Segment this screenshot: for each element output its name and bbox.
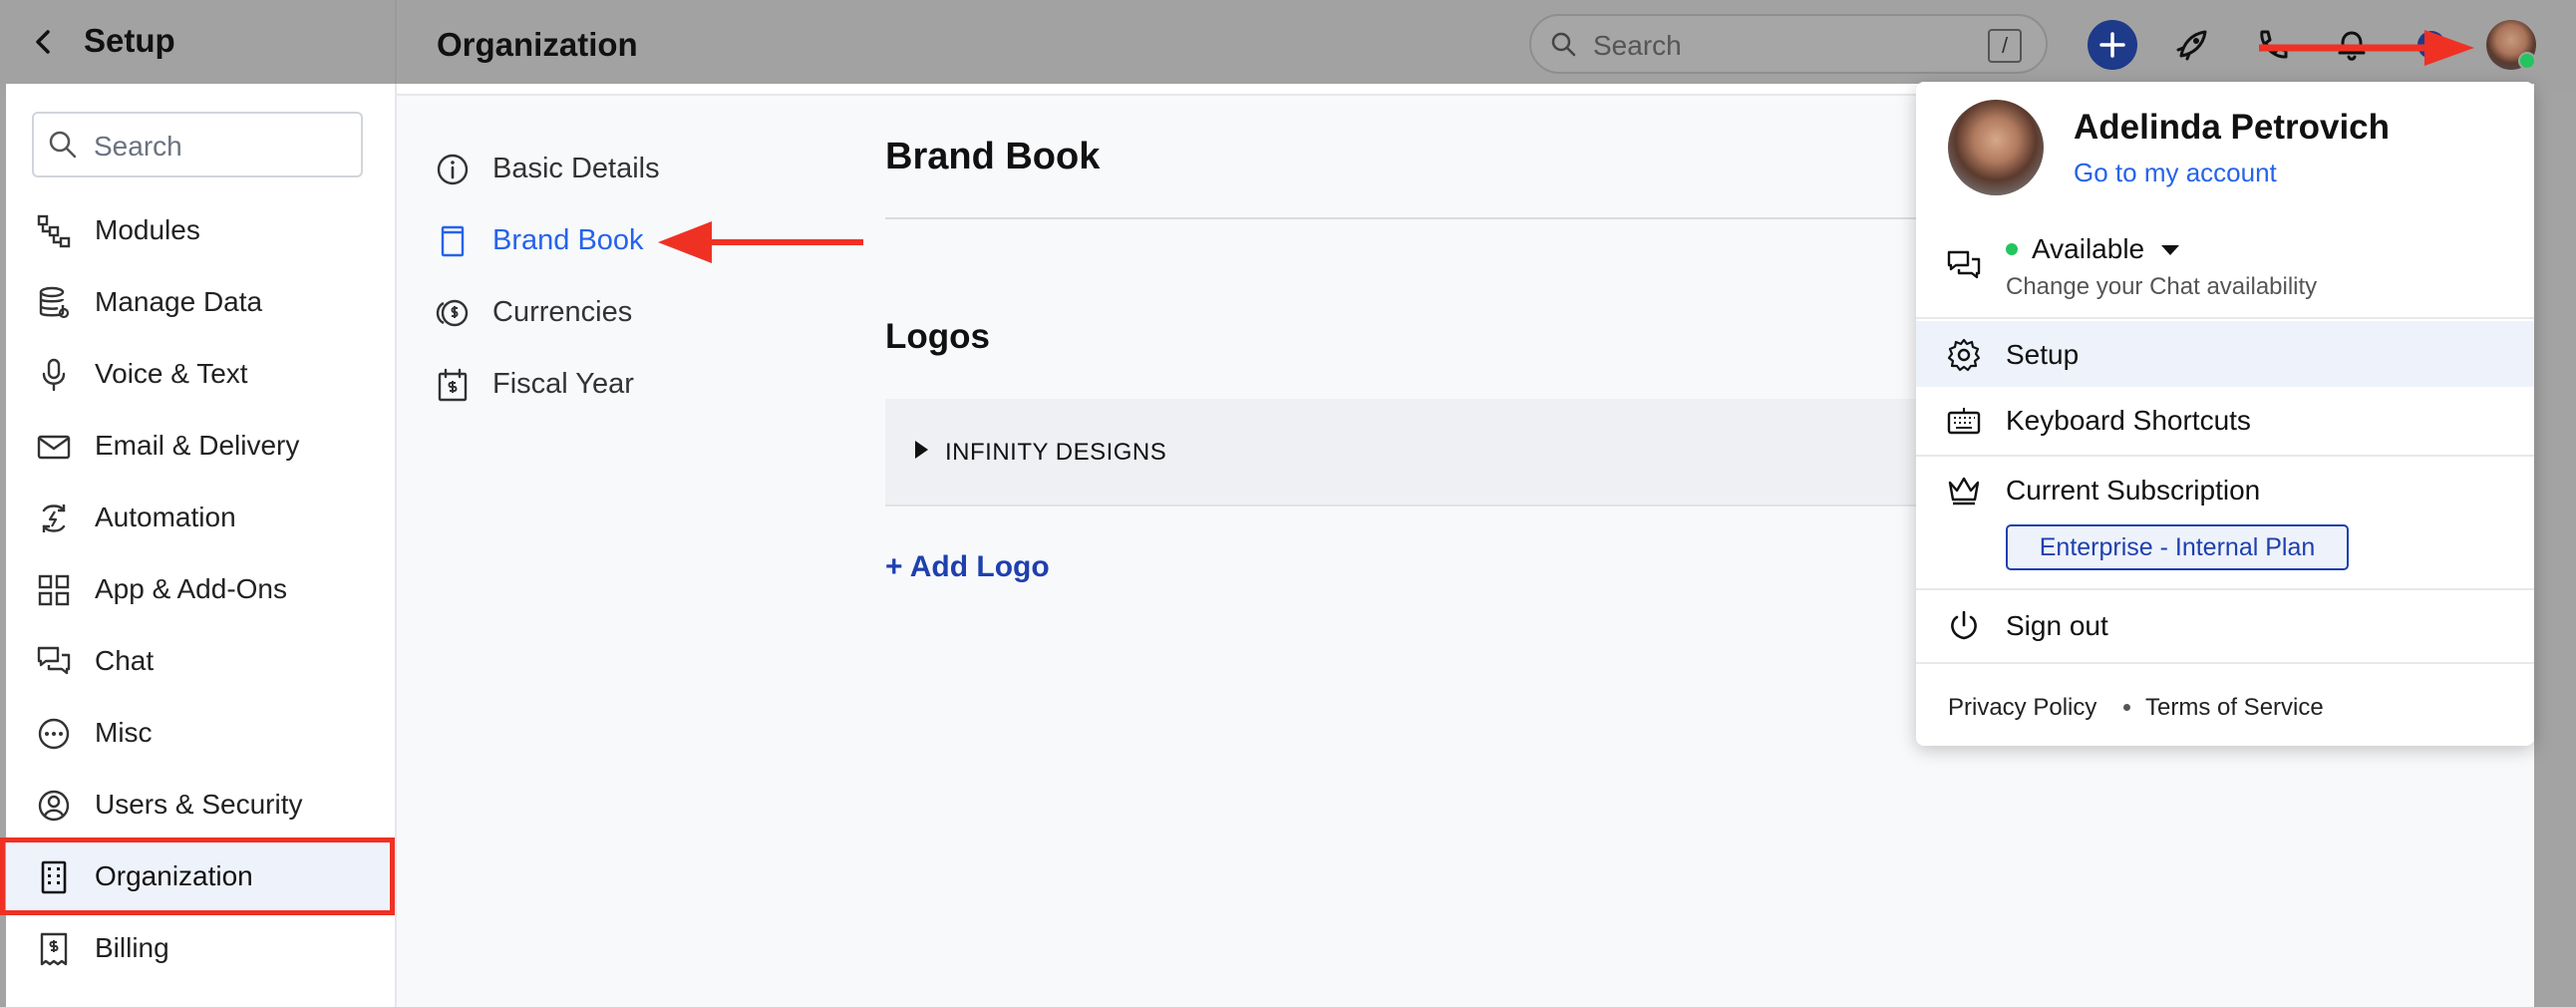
sidebar-item-label: Misc	[95, 717, 153, 748]
available-status-dot	[2006, 243, 2018, 255]
logo-collapsible-row[interactable]: INFINITY DESIGNS	[885, 399, 1982, 506]
search-placeholder: Search	[1593, 30, 1682, 61]
online-status-dot	[2518, 52, 2536, 70]
sidebar-item-automation[interactable]: Automation	[6, 483, 395, 552]
subnav-label: Currencies	[492, 296, 633, 328]
menu-item-current-subscription: Current Subscription	[2006, 475, 2261, 505]
sidebar-item-chat[interactable]: Chat	[6, 626, 395, 696]
caret-down-icon[interactable]	[2161, 245, 2179, 255]
automation-icon	[36, 501, 72, 536]
calendar-icon	[435, 367, 471, 403]
menu-divider	[1916, 662, 2534, 664]
terms-of-service-link[interactable]: Terms of Service	[2145, 694, 2324, 722]
separator-dot	[2123, 704, 2130, 711]
user-avatar-button[interactable]	[2486, 20, 2536, 70]
microphone-icon	[36, 357, 72, 393]
page-title: Organization	[437, 26, 638, 63]
sidebar-item-billing[interactable]: Billing	[6, 913, 395, 983]
subnav-fiscal-year[interactable]: Fiscal Year	[431, 355, 690, 415]
sidebar-search-input[interactable]: Search	[32, 112, 363, 177]
annotation-arrow-right	[2259, 30, 2474, 66]
logos-heading: Logos	[885, 317, 990, 356]
sidebar-item-label: Voice & Text	[95, 358, 248, 389]
user-name: Adelinda Petrovich	[2074, 108, 2391, 147]
menu-divider	[1916, 588, 2534, 590]
back-chevron-icon[interactable]	[24, 22, 64, 62]
chat-availability-icon	[1946, 247, 1982, 283]
database-icon	[36, 285, 72, 321]
menu-item-sign-out[interactable]: Sign out	[2006, 610, 2108, 642]
menu-item-keyboard-shortcuts[interactable]: Keyboard Shortcuts	[2006, 405, 2251, 437]
search-icon	[1549, 30, 1577, 58]
sidebar-item-label: Modules	[95, 214, 200, 245]
sidebar-item-voice-text[interactable]: Voice & Text	[6, 339, 395, 409]
rocket-icon[interactable]	[2167, 20, 2217, 70]
search-placeholder: Search	[94, 131, 182, 162]
sidebar-item-label: Chat	[95, 645, 155, 676]
add-logo-link[interactable]: + Add Logo	[885, 550, 1050, 584]
keyboard-icon	[1946, 403, 1982, 439]
go-to-account-link[interactable]: Go to my account	[2074, 158, 2277, 188]
global-search-input[interactable]: Search /	[1529, 14, 2048, 74]
search-icon	[48, 130, 78, 160]
gear-icon	[1946, 337, 1982, 373]
sidebar-item-label: App & Add-Ons	[95, 573, 288, 604]
grid-icon	[36, 572, 72, 608]
menu-avatar	[1948, 100, 2044, 195]
sidebar-item-misc[interactable]: Misc	[6, 698, 395, 768]
sidebar-item-app-addons[interactable]: App & Add-Ons	[6, 554, 395, 624]
sidebar-title: Setup	[84, 22, 175, 59]
sidebar-item-label: Manage Data	[95, 286, 263, 317]
receipt-icon	[36, 931, 72, 967]
menu-divider	[1916, 317, 2534, 319]
sidebar-item-label: Automation	[95, 502, 236, 532]
sidebar-item-email-delivery[interactable]: Email & Delivery	[6, 411, 395, 481]
section-heading: Brand Book	[885, 136, 1101, 177]
chat-icon	[36, 644, 72, 680]
sidebar-item-users-security[interactable]: Users & Security	[6, 770, 395, 839]
sidebar-item-label: Users & Security	[95, 789, 303, 820]
menu-divider	[1916, 455, 2534, 457]
subnav-label: Basic Details	[492, 153, 660, 184]
sidebar-item-modules[interactable]: Modules	[6, 195, 395, 265]
availability-dropdown[interactable]: Available	[2032, 233, 2144, 265]
search-shortcut-key: /	[1988, 29, 2022, 63]
menu-item-label: Setup	[2006, 339, 2080, 370]
subnav-label: Brand Book	[492, 224, 644, 256]
currency-icon	[435, 295, 471, 331]
subnav-label: Fiscal Year	[492, 368, 634, 400]
crown-icon	[1946, 473, 1982, 508]
sidebar-item-manage-data[interactable]: Manage Data	[6, 267, 395, 337]
caret-right-icon	[915, 441, 928, 459]
subnav-basic-details[interactable]: Basic Details	[431, 140, 690, 199]
plan-badge[interactable]: Enterprise - Internal Plan	[2006, 524, 2349, 570]
subnav-currencies[interactable]: Currencies	[431, 283, 690, 343]
subnav-brand-book[interactable]: Brand Book	[431, 211, 690, 271]
annotation-arrow-left	[658, 217, 863, 267]
user-circle-icon	[36, 788, 72, 824]
sidebar-item-label: Email & Delivery	[95, 430, 300, 461]
annotation-highlight-box	[0, 838, 395, 915]
book-icon	[435, 223, 471, 259]
privacy-policy-link[interactable]: Privacy Policy	[1948, 694, 2096, 722]
availability-hint: Change your Chat availability	[2006, 273, 2318, 300]
modules-icon	[36, 213, 72, 249]
sidebar-item-label: Billing	[95, 932, 169, 963]
info-icon	[435, 152, 471, 187]
ellipsis-circle-icon	[36, 716, 72, 752]
envelope-icon	[36, 429, 72, 465]
create-button[interactable]	[2088, 20, 2137, 70]
power-icon	[1946, 608, 1982, 644]
logo-name: INFINITY DESIGNS	[945, 439, 1167, 466]
divider	[885, 217, 1982, 219]
